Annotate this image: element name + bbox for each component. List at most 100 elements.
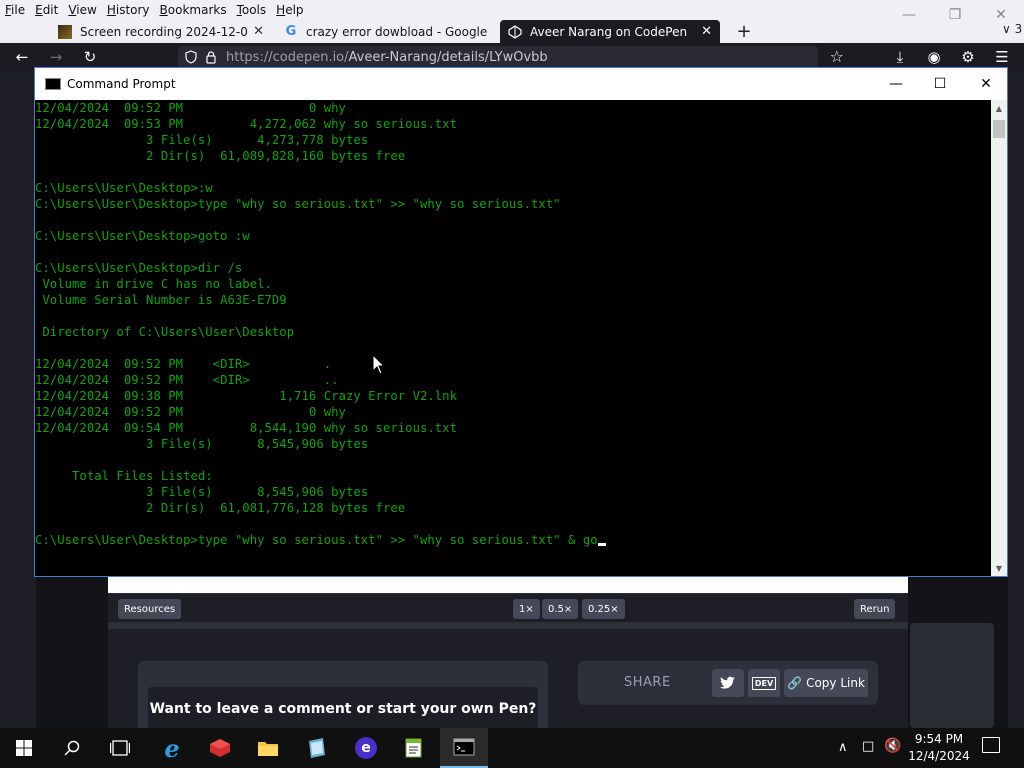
task-view-button[interactable] — [96, 728, 144, 768]
scroll-up-icon[interactable]: ▲ — [991, 100, 1007, 116]
command-prompt-window[interactable]: Command Prompt — ☐ ✕ 12/04/2024 09:52 PM… — [34, 67, 1008, 577]
menu-view[interactable]: View — [63, 0, 101, 20]
clock-date: 12/4/2024 — [908, 749, 970, 763]
tab-screen-recording[interactable]: Screen recording 2024-12-05 3.5 ✕ — [50, 20, 272, 43]
bookmark-star-icon[interactable]: ☆ — [830, 47, 844, 66]
pen-details: Want to leave a comment or start your ow… — [108, 629, 908, 751]
notepad-app-taskbar[interactable] — [292, 728, 340, 768]
menu-edit[interactable]: Edit — [30, 0, 63, 20]
menu-file[interactable]: File — [0, 0, 30, 20]
mouse-pointer-icon — [372, 354, 386, 375]
resources-button[interactable]: Resources — [118, 599, 182, 619]
twitter-share-button[interactable] — [712, 669, 744, 697]
app-purple-taskbar[interactable]: e — [342, 728, 390, 768]
close-tab-icon[interactable]: ✕ — [253, 24, 264, 39]
purple-e-icon: e — [355, 737, 377, 759]
command-prompt-icon — [453, 738, 475, 756]
task-view-icon — [110, 740, 130, 756]
cmd-close-button[interactable]: ✕ — [963, 68, 1009, 100]
scroll-thumb[interactable] — [993, 120, 1005, 138]
side-panel-ghost — [910, 623, 994, 728]
twitter-icon — [720, 676, 735, 689]
cmd-minimize-button[interactable]: — — [873, 68, 919, 100]
close-tab-icon[interactable]: ✕ — [701, 24, 712, 39]
console-line: 12/04/2024 09:38 PM 1,716 Crazy Error V2… — [35, 389, 457, 403]
menu-history[interactable]: History — [102, 0, 155, 20]
pen-toolbar: Resources 1× 0.5× 0.25× Rerun — [108, 593, 908, 625]
console-line: 12/04/2024 09:52 PM <DIR> .. — [35, 373, 339, 387]
back-button[interactable]: ← — [10, 47, 34, 67]
tab-overflow-button[interactable]: ∨ 3 — [1002, 22, 1022, 36]
clock-time: 9:54 PM — [914, 732, 964, 746]
account-icon[interactable]: ◉ — [922, 47, 946, 67]
tab-codepen[interactable]: Aveer Narang on CodePen ✕ — [500, 20, 720, 43]
menu-help[interactable]: Help — [271, 0, 308, 20]
downloads-icon[interactable]: ⤓ — [888, 47, 912, 67]
notebook-icon — [309, 738, 325, 758]
console-line: C:\Users\User\Desktop>type "why so serio… — [35, 197, 561, 211]
console-line: 12/04/2024 09:53 PM 4,272,062 why so ser… — [35, 117, 457, 131]
console-line: 2 Dir(s) 61,089,828,160 bytes free — [35, 149, 406, 163]
shield-icon[interactable] — [184, 50, 198, 64]
command-prompt-titlebar[interactable]: Command Prompt — ☐ ✕ — [35, 68, 1007, 100]
dev-share-button[interactable]: DEV — [748, 669, 780, 697]
tab-label: Aveer Narang on CodePen — [530, 24, 688, 39]
console-line: 12/04/2024 09:52 PM 0 why — [35, 405, 346, 419]
menu-bookmarks[interactable]: Bookmarks — [155, 0, 232, 20]
tab-google-search[interactable]: G crazy error dowbload - Google S — [276, 20, 496, 43]
console-output[interactable]: 12/04/2024 09:52 PM 0 why 12/04/2024 09:5… — [35, 100, 991, 576]
app-red-taskbar[interactable] — [196, 728, 244, 768]
url-bar[interactable]: https://codepen.io/Aveer-Narang/details/… — [178, 46, 844, 68]
console-line: 12/04/2024 09:52 PM <DIR> . — [35, 357, 332, 371]
zoom-1x-button[interactable]: 1× — [513, 599, 540, 619]
cmd-maximize-button[interactable]: ☐ — [917, 68, 963, 100]
console-scrollbar[interactable]: ▲ ▼ — [991, 100, 1007, 576]
network-icon[interactable]: □ — [862, 739, 874, 754]
start-button[interactable] — [0, 728, 48, 768]
internet-explorer-taskbar[interactable]: e — [148, 728, 196, 768]
new-tab-button[interactable]: + — [734, 20, 754, 43]
app-menu-icon[interactable]: ☰ — [990, 47, 1014, 67]
tab-count: 3 — [1014, 22, 1023, 36]
zoom-quarter-button[interactable]: 0.25× — [582, 599, 625, 619]
page-right-edge — [1008, 71, 1024, 728]
menu-tools[interactable]: Tools — [232, 0, 272, 20]
extensions-icon[interactable]: ⚙ — [956, 47, 980, 67]
link-icon: 🔗 — [787, 676, 803, 690]
search-button[interactable] — [48, 728, 96, 768]
resize-handle[interactable] — [108, 622, 908, 629]
forward-button[interactable]: → — [44, 47, 68, 67]
google-icon: G — [285, 24, 297, 39]
tray-chevron-icon[interactable]: ∧ — [838, 740, 848, 755]
notepad-plus-taskbar[interactable] — [390, 728, 438, 768]
taskbar: e e ∧ □ 🔇 9:54 PM 12/4/2024 — [0, 728, 1024, 768]
video-thumbnail-icon — [58, 24, 72, 39]
console-line: Volume Serial Number is A63E-E7D9 — [35, 293, 287, 307]
command-prompt-taskbar[interactable] — [440, 728, 488, 768]
url-text: https://codepen.io/Aveer-Narang/details/… — [226, 49, 548, 65]
copy-link-button[interactable]: 🔗 Copy Link — [784, 669, 868, 697]
lock-icon[interactable] — [204, 50, 218, 64]
share-card: SHARE DEV 🔗 Copy Link — [578, 661, 878, 705]
notifications-icon[interactable] — [982, 737, 1000, 753]
page-left-edge — [0, 71, 36, 728]
search-icon — [64, 740, 80, 756]
taskbar-clock[interactable]: 9:54 PM 12/4/2024 — [906, 731, 972, 765]
rerun-button[interactable]: Rerun — [854, 599, 896, 619]
tab-strip: Screen recording 2024-12-05 3.5 ✕ G craz… — [0, 20, 1024, 58]
zoom-half-button[interactable]: 0.5× — [542, 599, 579, 619]
internet-explorer-icon: e — [164, 733, 180, 763]
scroll-down-icon[interactable]: ▼ — [991, 560, 1007, 576]
console-line: 3 File(s) 8,545,906 bytes — [35, 485, 369, 499]
tab-label: Screen recording 2024-12-05 3.5 — [80, 24, 248, 39]
volume-muted-icon[interactable]: 🔇 — [884, 738, 901, 754]
file-explorer-taskbar[interactable] — [244, 728, 292, 768]
console-line: Total Files Listed: — [35, 469, 213, 483]
reload-button[interactable]: ↻ — [78, 47, 102, 67]
command-prompt-icon — [45, 78, 61, 90]
